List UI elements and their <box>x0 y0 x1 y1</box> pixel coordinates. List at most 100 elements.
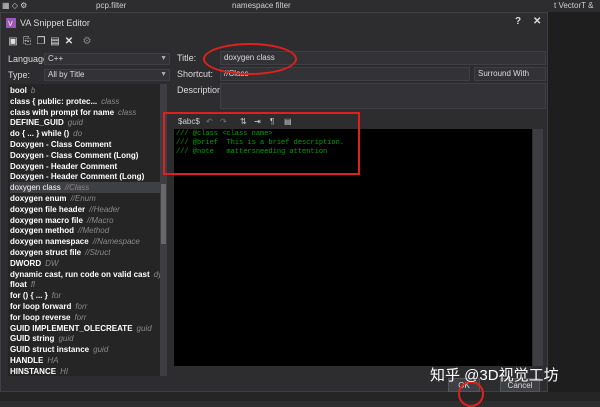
snippet-name: for () { ... } <box>10 291 48 301</box>
editor-scrollbar[interactable] <box>533 129 543 366</box>
snippet-list-item[interactable]: GUID struct instance guid <box>10 344 108 355</box>
snippet-shortcut: //Header <box>89 204 120 214</box>
snippet-list-item[interactable]: HANDLE HA <box>10 355 58 366</box>
snippet-name: class { public: protec... <box>10 96 98 106</box>
snippet-name: for loop forward <box>10 302 72 311</box>
snippet-list-item[interactable]: DWORD DW <box>10 258 58 269</box>
snippet-list-item[interactable]: float fl <box>10 279 35 290</box>
snippet-shortcut: //Enum <box>70 194 96 203</box>
snippet-name: do { ... } while () <box>10 129 70 139</box>
scrollbar-thumb[interactable] <box>161 184 166 244</box>
description-input[interactable] <box>220 83 546 109</box>
shortcut-label: Shortcut: <box>177 69 214 79</box>
snippet-list-item[interactable]: dynamic cast, run code on valid cast dy <box>10 269 162 280</box>
snippet-name: doxygen namespace <box>10 237 89 247</box>
annotation-ellipse-title <box>203 43 297 75</box>
snippet-shortcut: HA <box>47 356 59 365</box>
snippet-name: Doxygen - Header Comment (Long) <box>10 172 145 182</box>
description-label: Description: <box>177 85 225 95</box>
snippet-list-item[interactable]: doxygen struct file//Struct <box>10 247 110 258</box>
snippet-name: doxygen enum <box>10 194 67 203</box>
snippet-name: DEFINE_GUID <box>10 118 64 128</box>
snippet-name: doxygen macro file <box>10 215 83 225</box>
ide-tab-3[interactable]: t VectorT & v1 <box>554 0 600 21</box>
ide-status-strip <box>0 392 600 401</box>
snippet-name: doxygen method <box>10 226 75 236</box>
snippet-shortcut: class <box>101 96 120 106</box>
new-icon[interactable]: ▣ <box>7 36 19 48</box>
snippet-shortcut: class <box>118 107 137 117</box>
snippet-list-item[interactable]: doxygen macro file//Macro <box>10 215 114 226</box>
va-logo-icon: V <box>6 18 16 28</box>
snippet-name: HANDLE <box>10 356 44 365</box>
snippet-list-item[interactable]: do { ... } while () do <box>10 128 82 139</box>
snippet-name: DWORD <box>10 258 42 268</box>
snippet-shortcut: forr <box>75 302 88 311</box>
snippet-name: float <box>10 280 27 290</box>
snippet-list-item[interactable]: Doxygen - Header Comment <box>10 161 121 172</box>
snippet-name: doxygen struct file <box>10 248 82 257</box>
title-label: Title: <box>177 53 197 63</box>
snippet-shortcut: //Namespace <box>92 237 140 247</box>
ide-background-editor <box>548 12 600 401</box>
snippet-shortcut: //Method <box>78 226 110 236</box>
language-select[interactable]: C++ ▼ <box>44 53 170 65</box>
snippet-shortcut: guid <box>67 118 83 128</box>
copy-icon[interactable]: ❐ <box>35 36 47 48</box>
language-value: C++ <box>48 54 64 63</box>
type-select[interactable]: All by Title ▼ <box>44 69 170 81</box>
snippet-name: HINSTANCE <box>10 366 57 376</box>
ide-tab-1[interactable]: pcp.filter <box>96 0 126 11</box>
snippet-list-item[interactable]: doxygen method//Method <box>10 225 109 236</box>
snippet-shortcut: do <box>73 129 83 139</box>
snippet-list-item[interactable]: GUID IMPLEMENT_OLECREATE guid <box>10 323 152 334</box>
snippet-shortcut: guid <box>58 334 74 344</box>
surround-with-select[interactable]: Surround With <box>474 67 546 81</box>
snippet-shortcut: HI <box>60 366 69 376</box>
ide-tab-2[interactable]: namespace filter <box>232 0 291 11</box>
snippet-name: doxygen file header <box>10 204 86 214</box>
snippet-list-item[interactable]: bool b <box>10 85 35 96</box>
dialog-title: VA Snippet Editor <box>20 18 90 28</box>
annotation-rect-code <box>163 112 360 175</box>
snippet-shortcut: guid <box>136 323 152 333</box>
settings-icon[interactable]: ⚙ <box>81 36 93 48</box>
snippet-name: dynamic cast, run code on valid cast <box>10 269 150 279</box>
snippet-list-item[interactable]: class with prompt for name class <box>10 107 136 118</box>
snippet-name: Doxygen - Header Comment <box>10 161 118 171</box>
ide-toolbar-icons: ▦ ◇ ⚙ <box>2 1 28 10</box>
paste-icon[interactable]: ⎘ <box>21 36 33 48</box>
snippet-list-item[interactable]: Doxygen - Class Comment (Long) <box>10 150 142 161</box>
help-button[interactable]: ? <box>515 16 521 27</box>
snippet-list-item[interactable]: for () { ... } for <box>10 290 61 301</box>
delete-icon[interactable]: ✕ <box>63 36 75 48</box>
snippet-list-item[interactable]: doxygen file header//Header <box>10 204 120 215</box>
type-value: All by Title <box>48 70 85 79</box>
snippet-list-item[interactable]: DEFINE_GUID guid <box>10 117 83 128</box>
save-icon[interactable]: ▤ <box>49 36 61 48</box>
snippet-name: class with prompt for name <box>10 107 115 117</box>
snippet-list-item[interactable]: doxygen class//Class <box>10 182 161 194</box>
snippet-list-item[interactable]: Doxygen - Header Comment (Long) <box>10 171 148 182</box>
snippet-list-item[interactable]: Doxygen - Class Comment <box>10 139 115 150</box>
snippet-shortcut: guid <box>93 345 109 355</box>
snippet-list[interactable]: bool b class { public: protec... class class… <box>8 84 163 376</box>
close-button[interactable]: ✕ <box>533 16 541 27</box>
dialog-titlebar: V VA Snippet Editor ? ✕ <box>1 13 547 33</box>
snippet-list-item[interactable]: GUID string guid <box>10 333 74 344</box>
ide-tab-strip: ▦ ◇ ⚙ pcp.filter namespace filter t Vect… <box>0 0 600 21</box>
snippet-list-item[interactable]: class { public: protec... class <box>10 96 119 107</box>
snippet-list-item[interactable]: for loop forward forr <box>10 301 87 312</box>
snippet-name: GUID struct instance <box>10 345 90 355</box>
chevron-down-icon: ▼ <box>160 55 167 62</box>
snippet-shortcut: //Class <box>64 183 90 193</box>
snippet-shortcut: for <box>51 291 62 301</box>
snippet-list-item[interactable]: for loop reverse forr <box>10 312 86 323</box>
snippet-name: bool <box>10 86 27 95</box>
snippet-list-item[interactable]: HINSTANCE HI <box>10 366 68 376</box>
snippet-list-item[interactable]: doxygen enum//Enum <box>10 193 96 204</box>
svg-text:V: V <box>8 21 13 28</box>
snippet-shortcut: //Struct <box>85 248 111 257</box>
snippet-list-item[interactable]: doxygen namespace//Namespace <box>10 236 140 247</box>
snippet-name: GUID IMPLEMENT_OLECREATE <box>10 323 133 333</box>
